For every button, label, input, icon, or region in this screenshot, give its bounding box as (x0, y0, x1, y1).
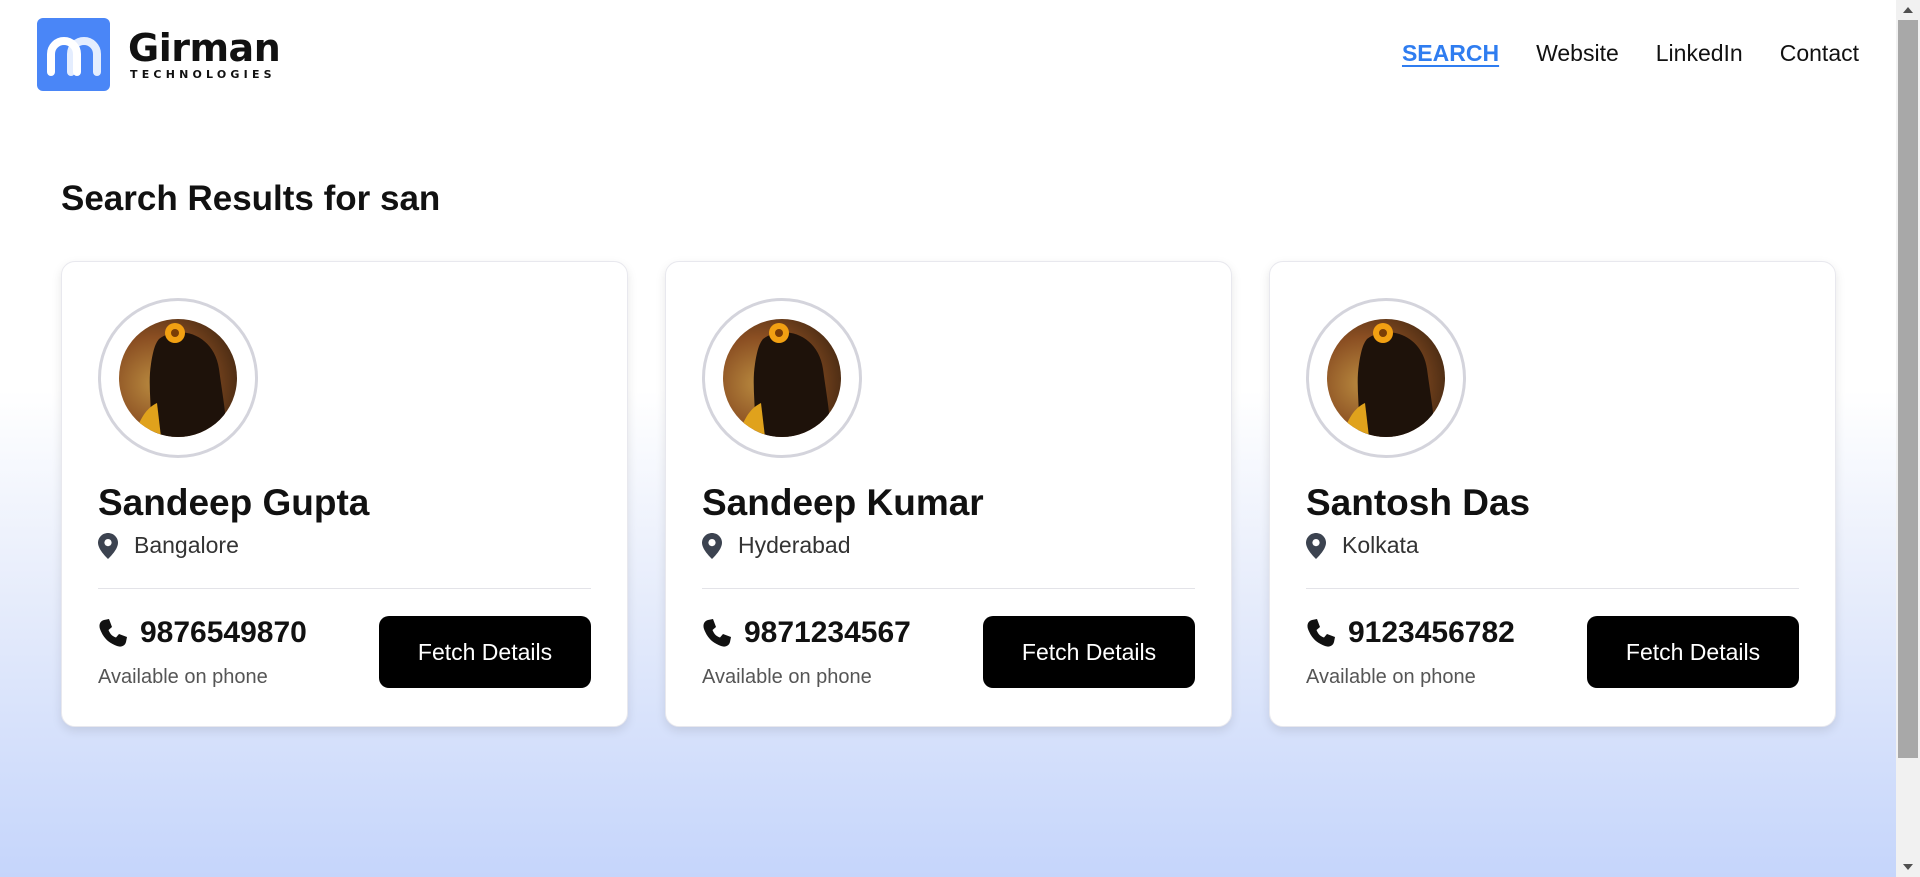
avatar (98, 298, 258, 458)
profile-card: Santosh Das Kolkata 9123456782 Available… (1269, 261, 1836, 727)
scroll-up-arrow-icon[interactable] (1896, 0, 1920, 20)
nav-contact-link[interactable]: Contact (1780, 40, 1859, 67)
avatar (1306, 298, 1466, 458)
phone-number: 9876549870 (140, 616, 307, 649)
location: Hyderabad (702, 532, 851, 559)
map-pin-icon (702, 532, 722, 559)
phone-row: 9876549870 (98, 616, 307, 650)
phone-number: 9871234567 (744, 616, 911, 649)
phone-icon (703, 619, 731, 647)
location-text: Hyderabad (738, 532, 851, 558)
phone-row: 9871234567 (702, 616, 911, 650)
availability-text: Available on phone (702, 666, 872, 688)
main-nav: SEARCH Website LinkedIn Contact (1402, 40, 1859, 67)
brand-subtitle: TECHNOLOGIES (130, 68, 276, 81)
nav-search-link[interactable]: SEARCH (1402, 40, 1499, 67)
location: Bangalore (98, 532, 239, 559)
profile-card: Sandeep Kumar Hyderabad 9871234567 Avail… (665, 261, 1232, 727)
divider (1306, 588, 1799, 589)
scrollbar-thumb[interactable] (1898, 20, 1918, 758)
person-name: Sandeep Gupta (98, 482, 370, 523)
phone-icon (99, 619, 127, 647)
location: Kolkata (1306, 532, 1419, 559)
avatar (702, 298, 862, 458)
location-text: Bangalore (134, 532, 239, 558)
results-list: Sandeep Gupta Bangalore 9876549870 Avail… (61, 261, 1836, 727)
location-text: Kolkata (1342, 532, 1419, 558)
vertical-scrollbar[interactable] (1896, 0, 1920, 877)
divider (98, 588, 591, 589)
availability-text: Available on phone (98, 666, 268, 688)
availability-text: Available on phone (1306, 666, 1476, 688)
phone-row: 9123456782 (1306, 616, 1515, 650)
nav-website-link[interactable]: Website (1536, 40, 1619, 67)
results-title: Search Results for san (61, 179, 441, 218)
map-pin-icon (98, 532, 118, 559)
fetch-details-button[interactable]: Fetch Details (1587, 616, 1799, 688)
site-header: Girman TECHNOLOGIES SEARCH Website Linke… (0, 0, 1896, 110)
brand-wordmark: Girman TECHNOLOGIES (128, 26, 281, 81)
fetch-details-button[interactable]: Fetch Details (983, 616, 1195, 688)
person-name: Santosh Das (1306, 482, 1531, 523)
map-pin-icon (1306, 532, 1326, 559)
person-name: Sandeep Kumar (702, 482, 984, 523)
scroll-down-arrow-icon[interactable] (1896, 857, 1920, 877)
divider (702, 588, 1195, 589)
phone-icon (1307, 619, 1335, 647)
profile-card: Sandeep Gupta Bangalore 9876549870 Avail… (61, 261, 628, 727)
nav-linkedin-link[interactable]: LinkedIn (1656, 40, 1743, 67)
brand-logo[interactable]: Girman TECHNOLOGIES (37, 18, 281, 91)
brand-logo-icon (37, 18, 110, 91)
fetch-details-button[interactable]: Fetch Details (379, 616, 591, 688)
brand-name: Girman (128, 26, 281, 70)
page: Girman TECHNOLOGIES SEARCH Website Linke… (0, 0, 1896, 877)
phone-number: 9123456782 (1348, 616, 1515, 649)
